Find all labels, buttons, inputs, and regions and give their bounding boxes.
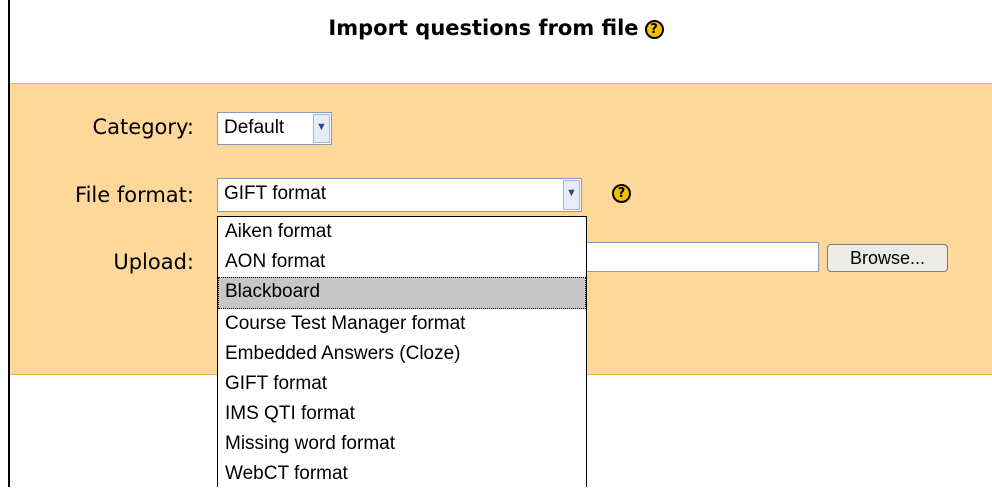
category-label: Category: [92,115,194,139]
dropdown-option-course-test-manager[interactable]: Course Test Manager format [218,309,586,339]
dropdown-option-gift[interactable]: GIFT format [218,369,586,399]
page-title: Import questions from file [328,16,639,40]
file-format-select-value: GIFT format [224,183,327,204]
file-format-label: File format: [75,183,194,207]
file-format-dropdown-list: Aiken format AON format Blackboard Cours… [217,216,587,487]
dropdown-option-blackboard[interactable]: Blackboard [218,277,586,309]
category-select-value: Default [224,117,285,138]
chevron-down-icon[interactable]: ▼ [563,180,580,210]
help-icon[interactable]: ? [612,184,631,203]
browse-button[interactable]: Browse... [827,244,948,272]
category-select[interactable]: Default ▼ [217,112,332,145]
dropdown-option-aiken[interactable]: Aiken format [218,217,586,247]
chevron-down-icon[interactable]: ▼ [313,114,330,143]
page-heading: Import questions from file? [0,16,992,40]
dropdown-option-aon[interactable]: AON format [218,247,586,277]
upload-label: Upload: [113,250,194,274]
file-format-select[interactable]: GIFT format ▼ [217,178,582,212]
dropdown-option-ims-qti[interactable]: IMS QTI format [218,399,586,429]
upload-file-input[interactable] [585,242,819,272]
dropdown-option-missing-word[interactable]: Missing word format [218,429,586,459]
dropdown-option-embedded-answers[interactable]: Embedded Answers (Cloze) [218,339,586,369]
help-icon[interactable]: ? [644,20,664,39]
dropdown-option-webct[interactable]: WebCT format [218,459,586,489]
